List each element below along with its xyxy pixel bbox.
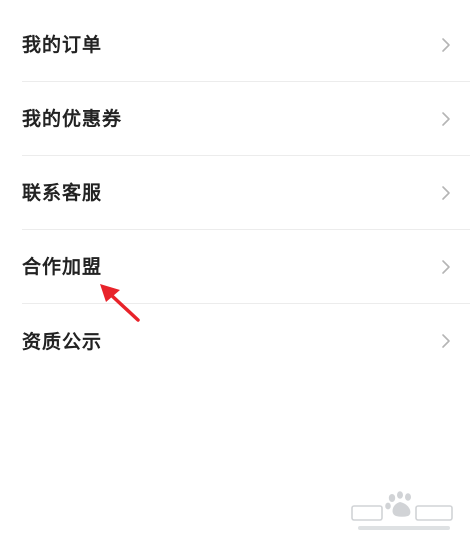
menu-item-qualifications[interactable]: 资质公示 (22, 304, 470, 378)
menu-item-label: 资质公示 (22, 330, 103, 353)
menu-item-label: 联系客服 (22, 182, 103, 204)
menu-item-franchise[interactable]: 合作加盟 (22, 230, 470, 304)
watermark-logo-icon (351, 491, 453, 530)
chevron-right-icon (436, 257, 456, 277)
menu-item-customer-service[interactable]: 联系客服 (22, 156, 470, 230)
chevron-right-icon (436, 109, 456, 129)
chevron-right-icon (436, 35, 456, 55)
menu-item-my-coupons[interactable]: 我的优惠券 (22, 82, 470, 156)
menu-item-my-orders[interactable]: 我的订单 (22, 8, 470, 82)
menu-item-label: 我的订单 (22, 34, 103, 56)
menu-item-label: 合作加盟 (22, 256, 103, 278)
menu-item-label: 我的优惠券 (22, 108, 123, 130)
chevron-right-icon (436, 331, 456, 351)
menu-list: 我的订单 我的优惠券 联系客服 合作加盟 资质公示 (0, 8, 470, 378)
chevron-right-icon (436, 183, 456, 203)
red-arrow-annotation-icon (100, 284, 140, 322)
